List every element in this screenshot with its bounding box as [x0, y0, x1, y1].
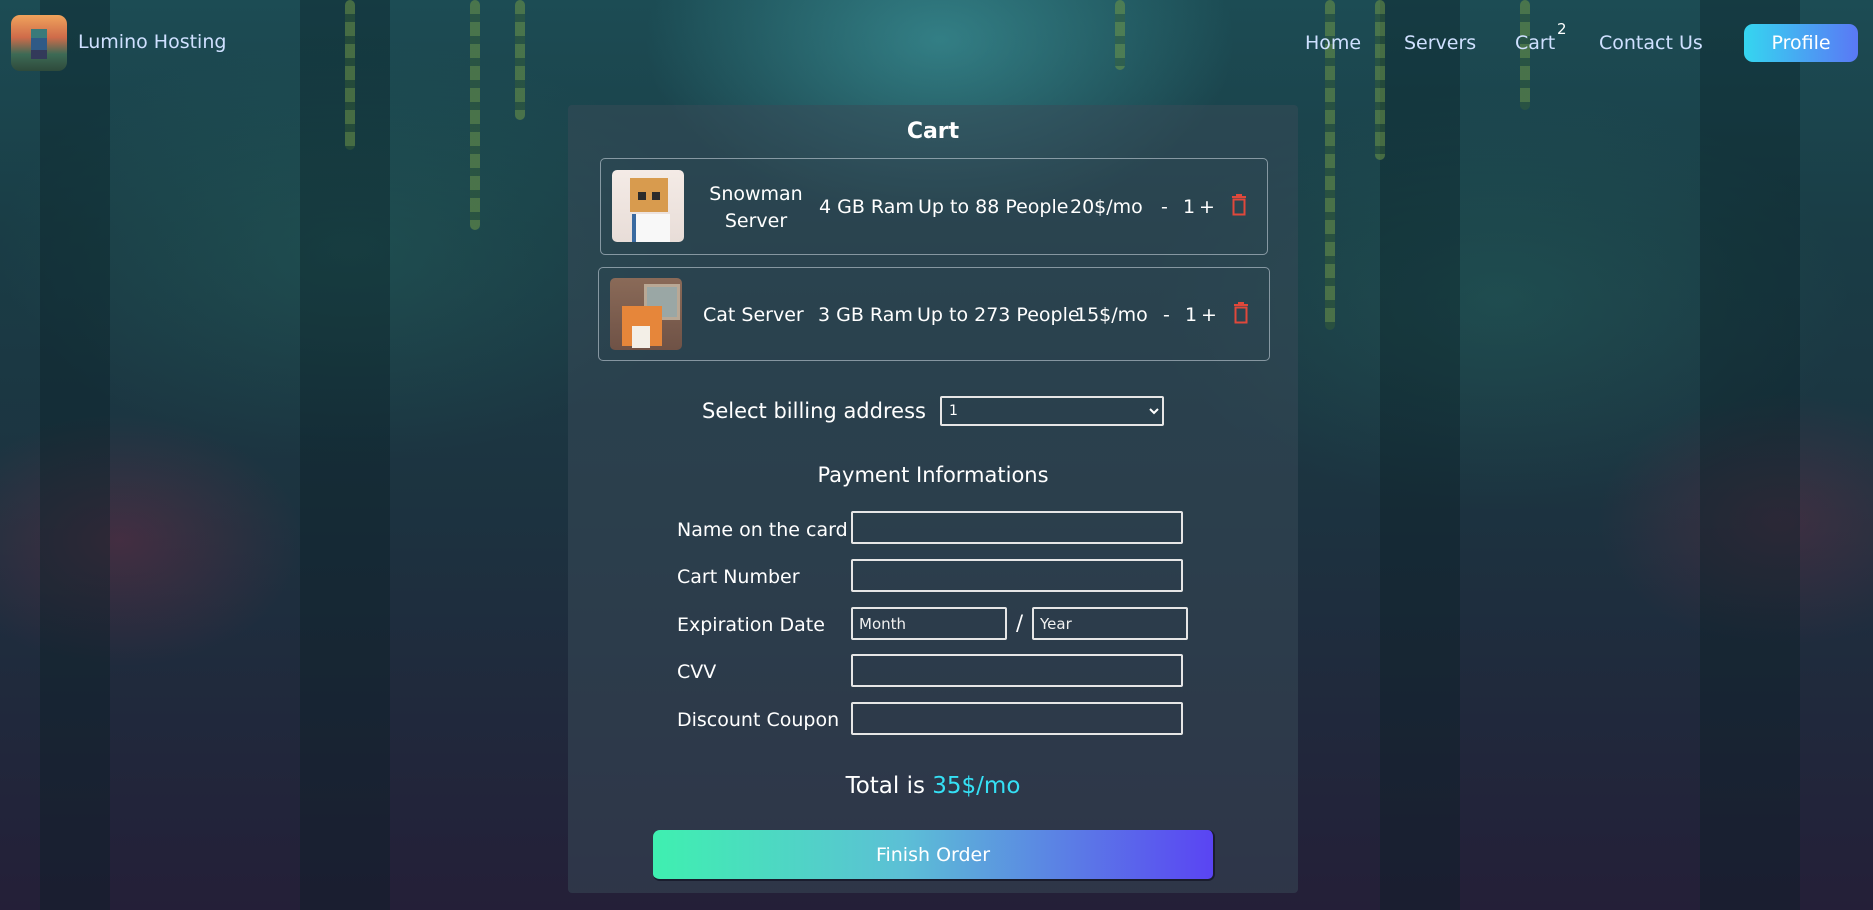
trash-icon[interactable]: [1233, 302, 1249, 324]
item-ram: 3 GB Ram: [818, 304, 913, 326]
increase-quantity-button[interactable]: +: [1201, 304, 1217, 326]
trash-icon[interactable]: [1231, 194, 1247, 216]
finish-order-button[interactable]: Finish Order: [653, 830, 1215, 881]
item-ram: 4 GB Ram: [819, 196, 914, 218]
expiration-date-label: Expiration Date: [677, 614, 825, 636]
logo-image[interactable]: [11, 15, 67, 71]
payment-heading: Payment Informations: [817, 463, 1049, 487]
order-total: Total is 35$/mo: [568, 773, 1298, 799]
increase-quantity-button[interactable]: +: [1199, 196, 1215, 218]
expiration-year-input[interactable]: [1032, 607, 1188, 640]
cvv-input[interactable]: [851, 654, 1183, 687]
item-people: Up to 273 People: [917, 304, 1080, 326]
item-name: Snowman Server: [709, 183, 803, 232]
total-amount: 35$/mo: [932, 773, 1021, 799]
item-quantity: 1: [1183, 196, 1196, 218]
cart-title: Cart: [906, 119, 960, 144]
decrease-quantity-button[interactable]: -: [1163, 304, 1170, 326]
expiration-month-input[interactable]: [851, 607, 1007, 640]
navbar: Lumino Hosting Home Servers Cart 2 Conta…: [0, 0, 1873, 84]
item-name: Cat Server: [703, 304, 804, 326]
item-quantity: 1: [1185, 304, 1198, 326]
decrease-quantity-button[interactable]: -: [1161, 196, 1168, 218]
cart-item-snowman: Snowman Server 4 GB Ram Up to 88 People …: [600, 158, 1268, 255]
card-number-input[interactable]: [851, 559, 1183, 592]
background-pillar: [1700, 0, 1800, 910]
item-people: Up to 88 People: [918, 196, 1069, 218]
billing-address-label: Select billing address: [702, 399, 926, 423]
total-prefix: Total is: [845, 773, 933, 799]
cart-count-badge: 2: [1557, 20, 1567, 38]
nav-link-contact[interactable]: Contact Us: [1599, 32, 1703, 54]
item-price: 20$/mo: [1070, 196, 1143, 218]
billing-address-select[interactable]: 1: [940, 396, 1164, 426]
expiration-separator: /: [1016, 611, 1024, 635]
cat-server-image: [610, 278, 682, 350]
profile-button[interactable]: Profile: [1744, 24, 1858, 62]
nav-link-cart[interactable]: Cart: [1515, 32, 1555, 54]
background-pillar: [40, 0, 110, 910]
discount-coupon-input[interactable]: [851, 702, 1183, 735]
discount-coupon-label: Discount Coupon: [677, 709, 840, 731]
name-on-card-label: Name on the card: [677, 519, 848, 541]
cart-panel: Cart Snowman Server 4 GB Ram Up to 88 Pe…: [568, 105, 1298, 893]
cvv-label: CVV: [677, 661, 717, 683]
background-pillar: [1380, 0, 1460, 910]
cart-item-cat: Cat Server 3 GB Ram Up to 273 People 15$…: [598, 267, 1270, 361]
item-price: 15$/mo: [1075, 304, 1148, 326]
brand-name[interactable]: Lumino Hosting: [78, 31, 226, 53]
card-number-label: Cart Number: [677, 566, 800, 588]
nav-link-servers[interactable]: Servers: [1404, 32, 1476, 54]
nav-link-home[interactable]: Home: [1305, 32, 1361, 54]
snowman-server-image: [612, 170, 684, 242]
name-on-card-input[interactable]: [851, 511, 1183, 544]
